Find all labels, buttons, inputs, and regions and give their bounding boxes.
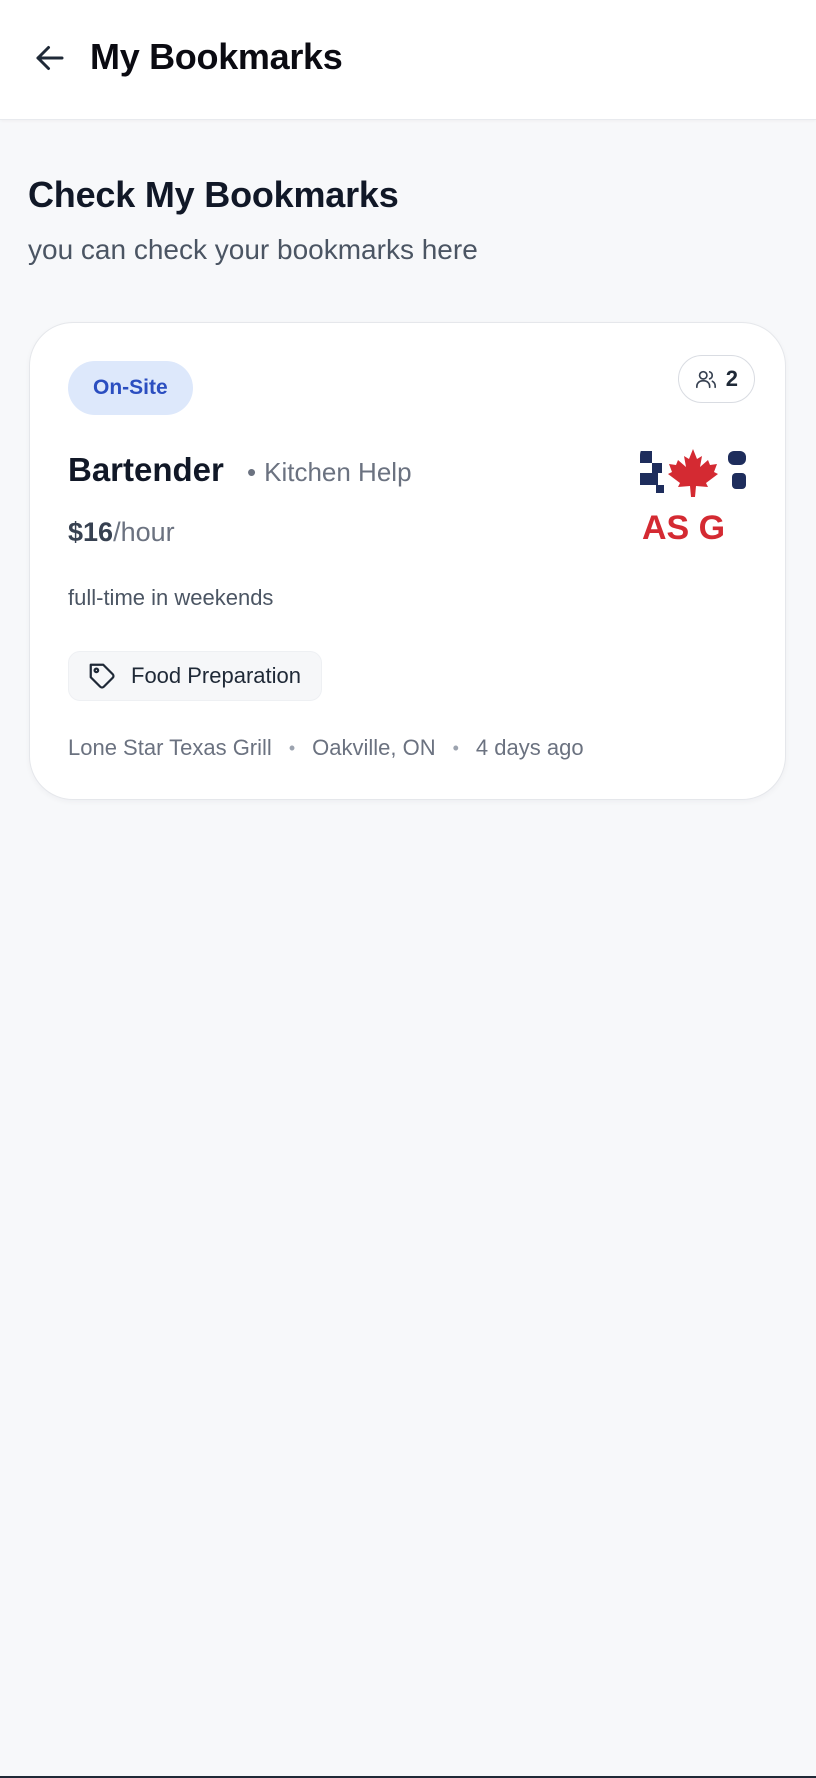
users-icon	[695, 370, 716, 389]
back-button[interactable]	[30, 38, 70, 78]
work-type-badge: On-Site	[68, 361, 193, 415]
skill-label: Food Preparation	[131, 663, 301, 688]
arrow-left-icon	[36, 46, 64, 70]
applicants-count: 2	[725, 366, 738, 391]
company-logo: AS G	[640, 445, 746, 551]
category-separator: •	[247, 457, 257, 487]
header-title: My Bookmarks	[90, 36, 343, 77]
pay-amount: $16	[68, 517, 114, 547]
job-category: • Kitchen Help	[247, 457, 412, 488]
tag-icon	[89, 663, 115, 689]
skill-tag: Food Preparation	[68, 651, 322, 701]
posted-date: 4 days ago	[475, 735, 584, 760]
job-title: Bartender	[68, 451, 224, 488]
pay-unit: /hour	[113, 517, 175, 547]
pay-rate: $16/hour	[68, 517, 175, 548]
section-subtitle: you can check your bookmarks here	[28, 234, 478, 265]
bookmarks-page: My Bookmarks Check My Bookmarks you can …	[0, 0, 816, 1778]
meta-separator: •	[288, 737, 296, 758]
app-header: My Bookmarks	[0, 0, 816, 120]
meta-separator: •	[452, 737, 459, 758]
section-title: Check My Bookmarks	[28, 174, 399, 215]
category-label: Kitchen Help	[264, 457, 412, 487]
logo-text: AS G	[642, 509, 725, 547]
job-location: Oakville, ON	[312, 735, 436, 760]
bookmark-job-card[interactable]: On-Site 2 Bartender • Kitchen Help AS G …	[29, 322, 786, 800]
job-schedule: full-time in weekends	[68, 585, 274, 610]
job-meta: Lone Star Texas Grill • Oakville, ON • 4…	[68, 735, 584, 761]
applicants-chip: 2	[677, 355, 755, 403]
company-name: Lone Star Texas Grill	[68, 735, 272, 760]
